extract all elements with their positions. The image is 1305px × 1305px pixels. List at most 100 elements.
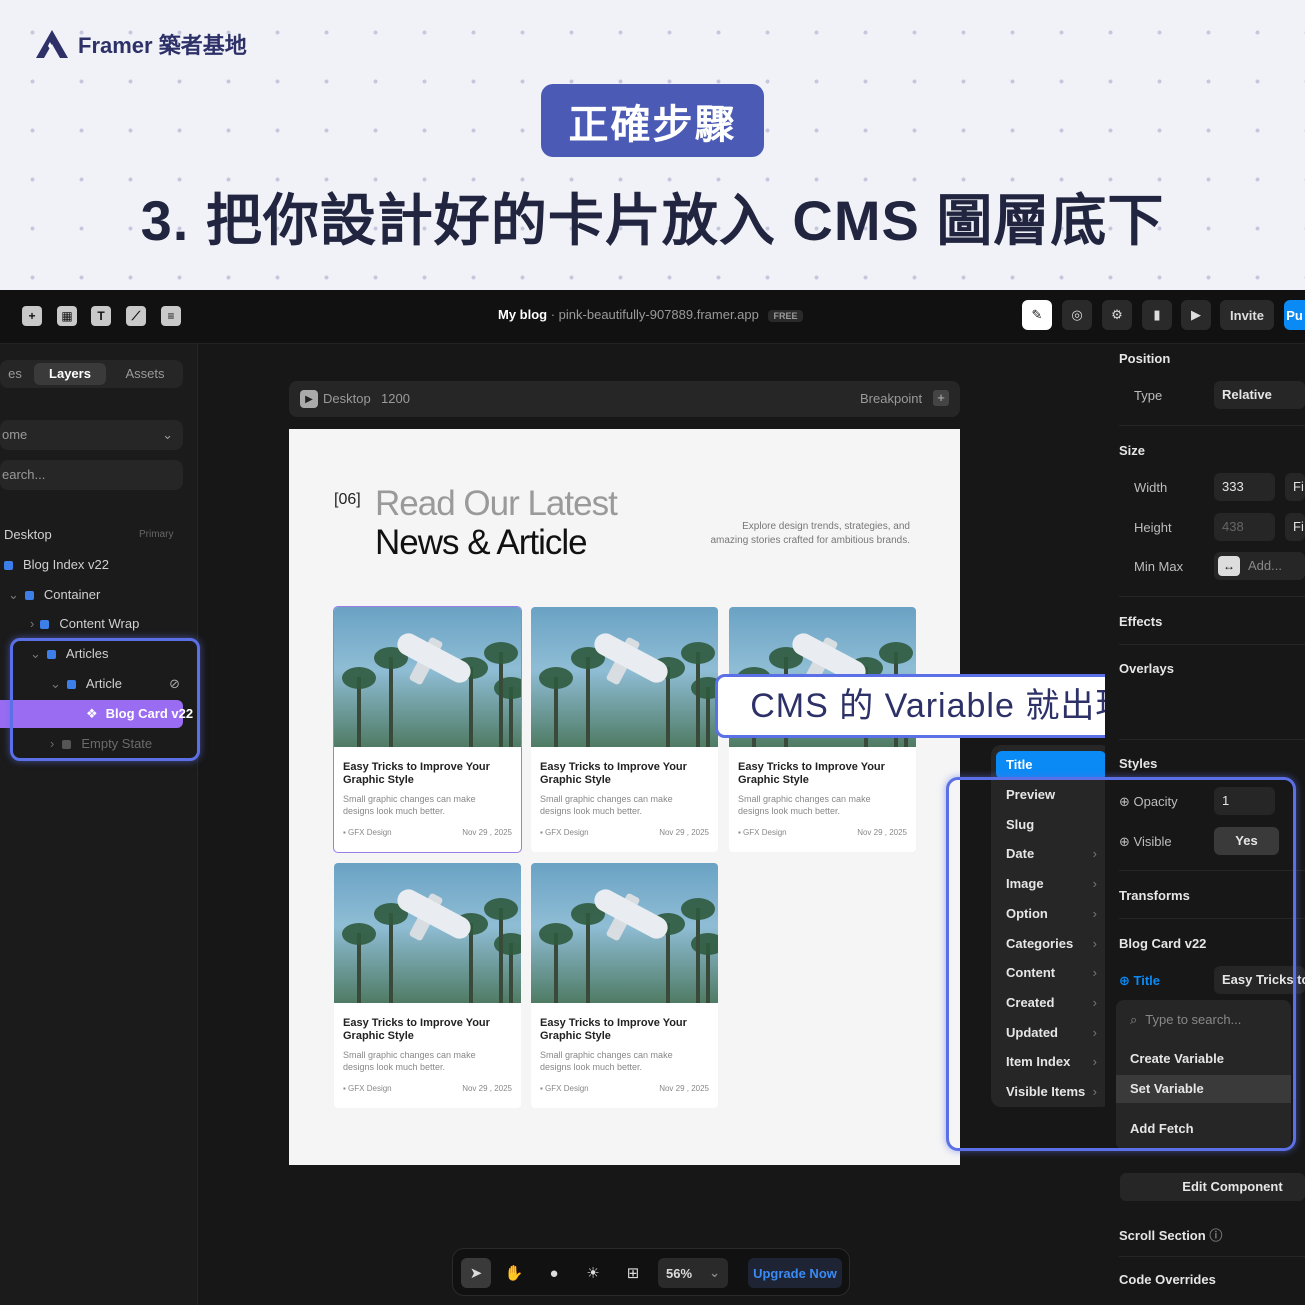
palm-leaves: [342, 667, 376, 689]
palm-leaves: [539, 923, 573, 945]
palm-trunk: [389, 657, 393, 747]
top-bar: + ▦ T ⟋ ≡ My blog · pink-beautifully-907…: [0, 290, 1305, 344]
card-image: [334, 607, 521, 747]
hand-tool-icon[interactable]: ✋: [499, 1258, 529, 1288]
palm-leaves: [539, 667, 573, 689]
blog-card[interactable]: Easy Tricks to Improve Your Graphic Styl…: [531, 607, 718, 852]
divider: [1119, 425, 1305, 426]
palm-trunk: [499, 652, 503, 747]
scroll-section-label[interactable]: Scroll Section ⓘ: [1119, 1225, 1222, 1244]
globe-icon[interactable]: ◎: [1062, 300, 1092, 330]
invite-button[interactable]: Invite: [1220, 300, 1274, 330]
divider: [1119, 739, 1305, 740]
brand-name: Framer 築者基地: [78, 33, 247, 58]
minmax-input[interactable]: ↔ Add...: [1214, 552, 1305, 580]
headline: 3. 把你設計好的卡片放入 CMS 圖層底下: [140, 189, 1165, 252]
breakpoint-bar: ▶ Desktop 1200 Breakpoint +: [289, 381, 960, 417]
chevron-down-icon: ⌄: [162, 427, 173, 442]
section-overlays[interactable]: Overlays: [1119, 661, 1174, 676]
cms-field-item[interactable]: Title: [996, 751, 1106, 779]
zoom-value: 56%: [666, 1265, 693, 1281]
theme-icon[interactable]: ☀: [578, 1258, 608, 1288]
layer-search-input[interactable]: earch...: [0, 460, 183, 490]
step-badge: 正確步驟: [541, 84, 764, 157]
primary-badge: Primary: [139, 529, 174, 540]
vector-icon[interactable]: ⟋: [126, 306, 146, 326]
grid-icon[interactable]: ⊞: [618, 1258, 648, 1288]
type-select[interactable]: Relative: [1214, 381, 1305, 409]
card-description: Small graphic changes can make designs l…: [540, 1050, 673, 1072]
palm-trunk: [586, 913, 590, 1003]
play-icon[interactable]: ▶: [300, 390, 318, 408]
card-title: Easy Tricks to Improve Your Graphic Styl…: [540, 1017, 687, 1042]
logo-icon: [36, 30, 68, 58]
page-select-value: ome: [2, 427, 28, 442]
blog-card[interactable]: Easy Tricks to Improve Your Graphic Styl…: [334, 863, 521, 1108]
variables-highlight-box: [946, 777, 1296, 1151]
edit-component-button[interactable]: Edit Component: [1120, 1173, 1305, 1201]
blog-card[interactable]: Easy Tricks to Improve Your Graphic Styl…: [333, 606, 522, 853]
palm-trunk: [586, 657, 590, 747]
section-styles: Styles: [1119, 756, 1158, 771]
palm-leaves: [879, 642, 913, 664]
upgrade-button[interactable]: Upgrade Now: [748, 1258, 842, 1288]
scroll-section-text: Scroll Section: [1119, 1228, 1206, 1243]
add-breakpoint-button[interactable]: Breakpoint: [860, 391, 922, 406]
chevron-down-icon: ⌄: [709, 1265, 720, 1280]
settings-icon[interactable]: ⚙: [1102, 300, 1132, 330]
divider: [1119, 596, 1305, 597]
preview-pen-icon[interactable]: ✎: [1022, 300, 1052, 330]
insert-icon[interactable]: +: [22, 306, 42, 326]
palm-trunk: [389, 913, 393, 1003]
card-date: Nov 29 , 2025: [462, 1084, 512, 1093]
height-input[interactable]: 438: [1214, 513, 1275, 541]
palm-leaves: [342, 923, 376, 945]
breakpoint-width: 1200: [381, 391, 410, 406]
chevron-down-icon: ⌄: [8, 587, 19, 602]
cms-icon[interactable]: ≡: [161, 306, 181, 326]
select-tool-icon[interactable]: ➤: [461, 1258, 491, 1288]
code-overrides-label[interactable]: Code Overrides: [1119, 1272, 1216, 1287]
tutorial-header: Framer 築者基地 正確步驟 3. 把你設計好的卡片放入 CMS 圖層底下: [0, 0, 1305, 290]
analytics-icon[interactable]: ▮: [1142, 300, 1172, 330]
layer-label: Container: [43, 587, 101, 602]
palm-leaves: [681, 898, 715, 920]
type-label: Type: [1134, 388, 1163, 403]
layer-blog-index[interactable]: Blog Index v22: [4, 553, 194, 577]
info-icon: ⓘ: [1209, 1228, 1223, 1243]
page-select[interactable]: ome ⌄: [0, 420, 183, 450]
width-label: Width: [1134, 480, 1168, 495]
plan-badge: FREE: [768, 310, 803, 322]
width-fit-button[interactable]: Fi: [1285, 473, 1305, 501]
tab-layers[interactable]: Layers: [34, 363, 106, 385]
tab-pages[interactable]: es: [0, 363, 30, 385]
tab-assets[interactable]: Assets: [110, 363, 180, 385]
zoom-select[interactable]: 56% ⌄: [658, 1258, 728, 1288]
layer-content-wrap[interactable]: › Content Wrap: [30, 612, 220, 636]
layout-icon[interactable]: ▦: [57, 306, 77, 326]
layer-label: Content Wrap: [59, 616, 140, 631]
section-title-line2: News & Article: [375, 523, 588, 562]
layer-desktop[interactable]: Desktop Primary: [4, 523, 194, 547]
blog-card[interactable]: Easy Tricks to Improve Your Graphic Styl…: [531, 863, 718, 1108]
brand-logo: Framer 築者基地: [34, 28, 247, 60]
comment-icon[interactable]: ●: [539, 1258, 569, 1288]
palm-trunk: [469, 667, 473, 747]
text-icon[interactable]: T: [91, 306, 111, 326]
card-title: Easy Tricks to Improve Your Graphic Styl…: [343, 1017, 490, 1042]
desktop-frame[interactable]: [06] Read Our Latest News & Article Expl…: [289, 429, 960, 1165]
columns-icon: [40, 620, 50, 630]
publish-button[interactable]: Pu: [1284, 300, 1305, 330]
card-description: Small graphic changes can make designs l…: [343, 794, 476, 816]
section-effects[interactable]: Effects: [1119, 614, 1162, 629]
card-date: Nov 29 , 2025: [659, 828, 709, 837]
plus-icon[interactable]: +: [933, 390, 949, 406]
layer-container[interactable]: ⌄ Container: [8, 583, 198, 607]
framer-app: + ▦ T ⟋ ≡ My blog · pink-beautifully-907…: [0, 290, 1305, 1305]
play-icon[interactable]: ▶: [1181, 300, 1211, 330]
card-image: [531, 863, 718, 1003]
panel-tabs: es Layers Assets: [0, 360, 183, 388]
height-fit-button[interactable]: Fi: [1285, 513, 1305, 541]
width-input[interactable]: 333: [1214, 473, 1275, 501]
card-category: ▪ GFX Design: [738, 828, 787, 837]
